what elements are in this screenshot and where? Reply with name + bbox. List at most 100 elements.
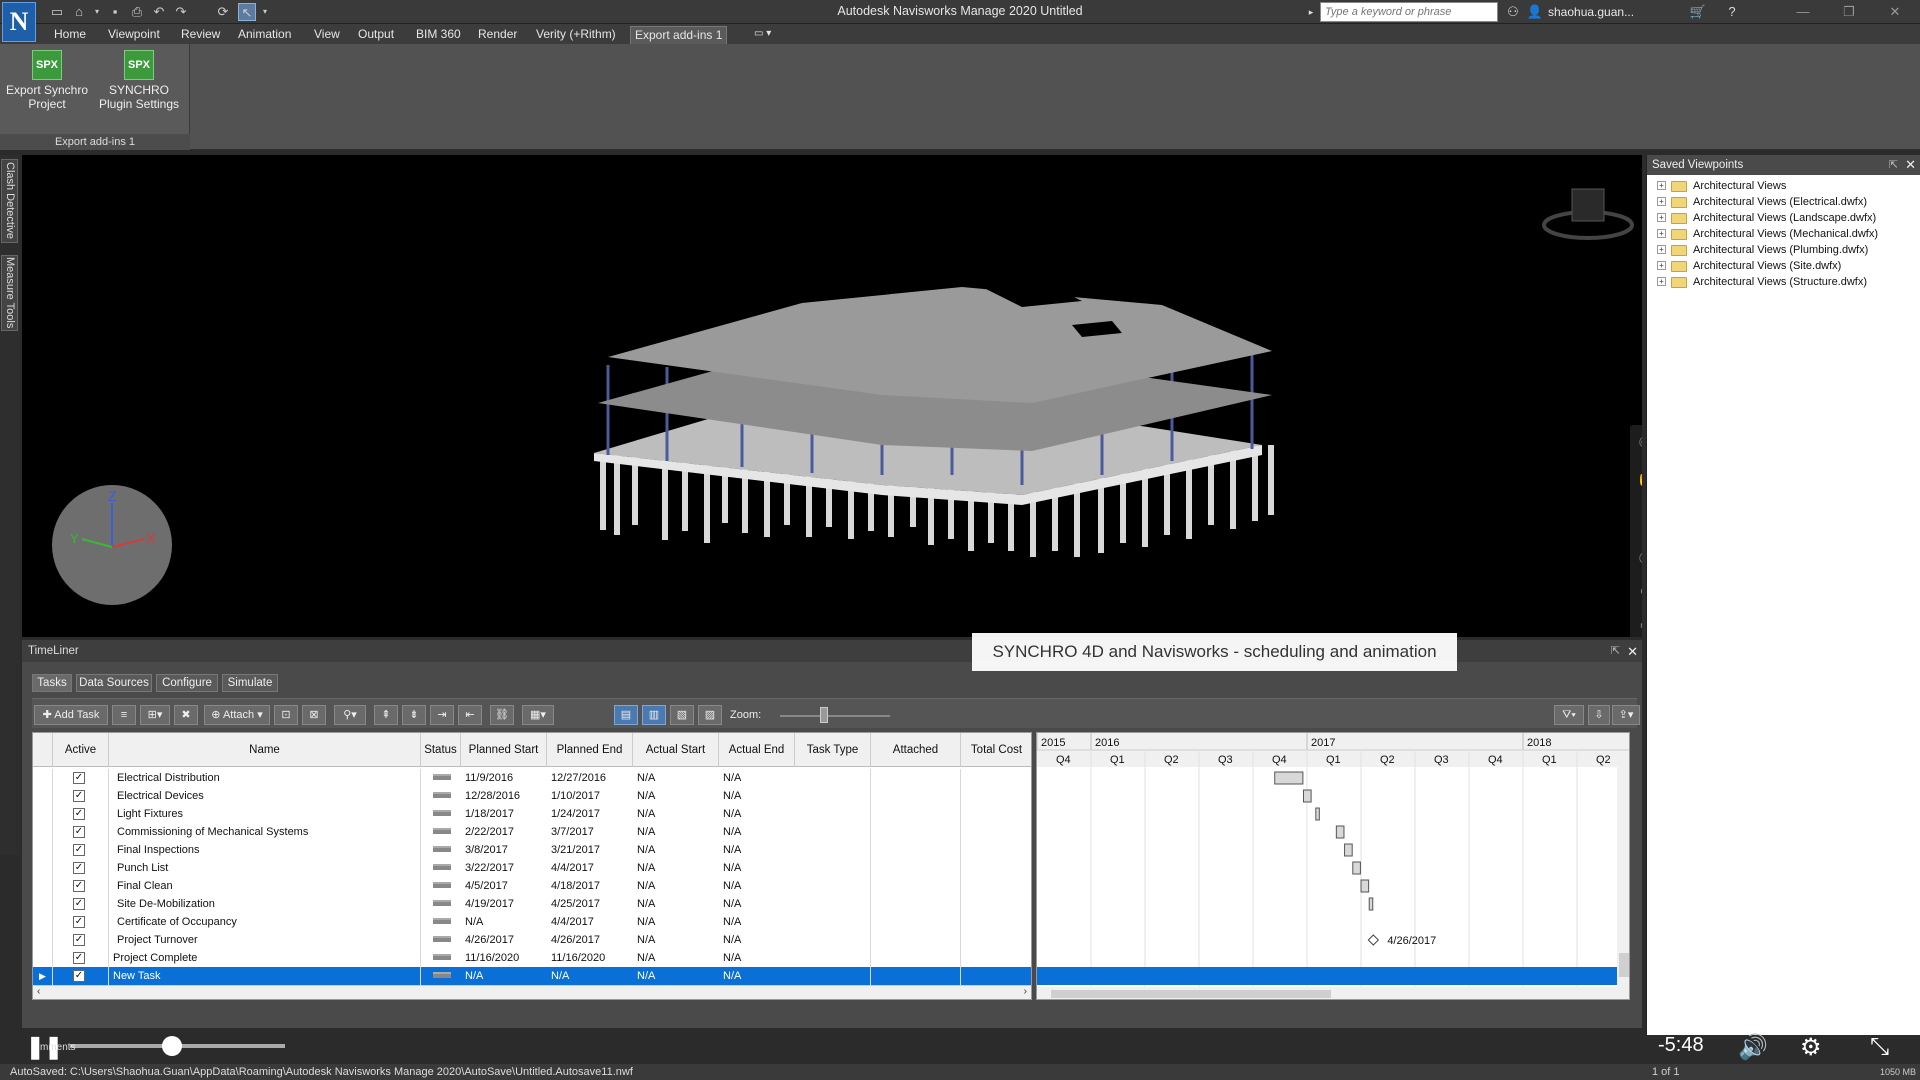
planned-start[interactable]: 11/16/2020 (465, 949, 547, 967)
undo-icon[interactable]: ↶ (150, 3, 168, 21)
task-row[interactable]: ✓ Certificate of Occupancy N/A 4/4/2017 N/A N… (33, 913, 1031, 931)
actual-end[interactable]: N/A (723, 805, 795, 823)
gantt-task-bar[interactable] (1352, 861, 1361, 875)
task-row[interactable]: ✓ Project Complete 11/16/2020 11/16/2020 N/A… (33, 949, 1031, 967)
task-type-cell[interactable] (795, 805, 871, 823)
total-cost-cell[interactable] (961, 859, 1031, 877)
row-header-cell[interactable] (33, 769, 53, 787)
tab-viewpoint[interactable]: Viewpoint (104, 26, 164, 44)
open-dropdown-icon[interactable]: ▾ (92, 3, 102, 21)
orbit-icon[interactable]: ◎ (1636, 549, 1642, 567)
total-cost-cell[interactable] (961, 913, 1031, 931)
task-type-cell[interactable] (795, 913, 871, 931)
viewpoint-folder[interactable]: + Architectural Views (Structure.dwfx) (1657, 274, 1920, 290)
indent-icon[interactable]: ⇥ (430, 705, 454, 725)
attached-cell[interactable] (871, 931, 961, 949)
import-icon[interactable]: ⇩ (1588, 705, 1610, 725)
move-up-icon[interactable]: ⇞ (374, 705, 398, 725)
row-header-cell[interactable] (33, 787, 53, 805)
col-status[interactable]: Status (421, 733, 461, 767)
synchro-plugin-settings-button[interactable]: SPX SYNCHRO Plugin Settings (94, 48, 184, 111)
columns-icon[interactable]: ▦▾ (522, 705, 554, 725)
actual-end[interactable]: N/A (723, 913, 795, 931)
tab-bim360[interactable]: BIM 360 (412, 26, 465, 44)
add-task-button[interactable]: ✚ Add Task (34, 705, 108, 725)
planned-end[interactable]: 4/4/2017 (551, 913, 633, 931)
tab-render[interactable]: Render (474, 26, 521, 44)
clear-attach-icon[interactable]: ⊠ (302, 705, 326, 725)
planned-start[interactable]: 4/5/2017 (465, 877, 547, 895)
planned-vs-actual-icon[interactable]: ▨ (698, 705, 722, 725)
refresh-icon[interactable]: ⟳ (214, 3, 232, 21)
task-type-cell[interactable] (795, 787, 871, 805)
col-total-cost[interactable]: Total Cost (961, 733, 1031, 767)
actual-end[interactable]: N/A (723, 823, 795, 841)
total-cost-cell[interactable] (961, 805, 1031, 823)
actual-end[interactable]: N/A (723, 967, 795, 985)
task-row[interactable]: ✓ Site De-Mobilization 4/19/2017 4/25/2017 N… (33, 895, 1031, 913)
actual-start[interactable]: N/A (637, 931, 719, 949)
pan-hand-icon[interactable]: ✋ (1636, 471, 1642, 489)
planned-start[interactable]: N/A (465, 913, 547, 931)
row-header-cell[interactable] (33, 931, 53, 949)
actual-start[interactable]: N/A (637, 895, 719, 913)
auto-add-tasks-icon[interactable]: ⊞▾ (140, 705, 170, 725)
link-icon[interactable]: ⛓ (490, 705, 514, 725)
save-icon[interactable]: ▪ (106, 3, 124, 21)
gantt-milestone[interactable] (1367, 934, 1380, 946)
planned-end[interactable]: 11/16/2020 (551, 949, 633, 967)
tab-view[interactable]: View (310, 26, 344, 44)
attached-cell[interactable] (871, 769, 961, 787)
side-tab-clash-detective[interactable]: Clash Detective (1, 159, 18, 243)
pin-icon[interactable]: ⇱ (1889, 155, 1898, 175)
application-menu-button[interactable]: N (2, 2, 36, 42)
task-type-cell[interactable] (795, 931, 871, 949)
minimize-button[interactable]: — (1780, 0, 1826, 24)
viewpoint-folder[interactable]: + Architectural Views (Mechanical.dwfx) (1657, 226, 1920, 242)
tab-export-add-ins[interactable]: Export add-ins 1 (630, 26, 728, 44)
find-items-icon[interactable]: ⚲▾ (334, 705, 366, 725)
actual-start[interactable]: N/A (637, 967, 719, 985)
actual-end[interactable]: N/A (723, 877, 795, 895)
actual-start[interactable]: N/A (637, 769, 719, 787)
viewpoint-folder[interactable]: + Architectural Views (Plumbing.dwfx) (1657, 242, 1920, 258)
planned-start[interactable]: 1/18/2017 (465, 805, 547, 823)
actual-start[interactable]: N/A (637, 877, 719, 895)
tab-configure[interactable]: Configure (156, 674, 218, 692)
gantt-task-bar[interactable] (1344, 843, 1353, 857)
expand-icon[interactable]: + (1657, 213, 1666, 222)
filter-icon[interactable]: ⛛▾ (1554, 705, 1584, 725)
col-task-type[interactable]: Task Type (795, 733, 871, 767)
row-header-cell[interactable] (33, 967, 53, 985)
side-tab-measure-tools[interactable]: Measure Tools (1, 255, 18, 331)
planned-start[interactable]: 12/28/2016 (465, 787, 547, 805)
volume-icon[interactable]: 🔊 (1738, 1033, 1768, 1062)
select-arrow-icon[interactable]: ↖ (1636, 619, 1642, 637)
planned-end[interactable]: 4/18/2017 (551, 877, 633, 895)
total-cost-cell[interactable] (961, 895, 1031, 913)
viewpoint-folder[interactable]: + Architectural Views (1657, 178, 1920, 194)
move-down-icon[interactable]: ⇟ (402, 705, 426, 725)
auto-attach-icon[interactable]: ⊡ (274, 705, 298, 725)
actual-start[interactable]: N/A (637, 949, 719, 967)
tab-verity[interactable]: Verity (+Rithm) (532, 26, 620, 44)
close-button[interactable]: ✕ (1872, 0, 1918, 24)
expand-icon[interactable]: + (1657, 261, 1666, 270)
task-type-cell[interactable] (795, 949, 871, 967)
tab-animation[interactable]: Animation (234, 26, 295, 44)
row-header-cell[interactable] (33, 895, 53, 913)
task-row[interactable]: ✓ Punch List 3/22/2017 4/4/2017 N/A N/A (33, 859, 1031, 877)
attached-cell[interactable] (871, 823, 961, 841)
gantt-vscroll-thumb[interactable] (1619, 953, 1629, 977)
actual-end[interactable]: N/A (723, 931, 795, 949)
attached-cell[interactable] (871, 859, 961, 877)
actual-end[interactable]: N/A (723, 841, 795, 859)
row-header-cell[interactable] (33, 877, 53, 895)
task-type-cell[interactable] (795, 967, 871, 985)
expand-icon[interactable]: + (1657, 277, 1666, 286)
show-gantt-icon[interactable]: ▧ (670, 705, 694, 725)
gantt-task-bar[interactable] (1335, 825, 1345, 839)
planned-end[interactable]: 1/10/2017 (551, 787, 633, 805)
attached-cell[interactable] (871, 967, 961, 985)
show-grid-icon[interactable]: ▤ (614, 705, 638, 725)
